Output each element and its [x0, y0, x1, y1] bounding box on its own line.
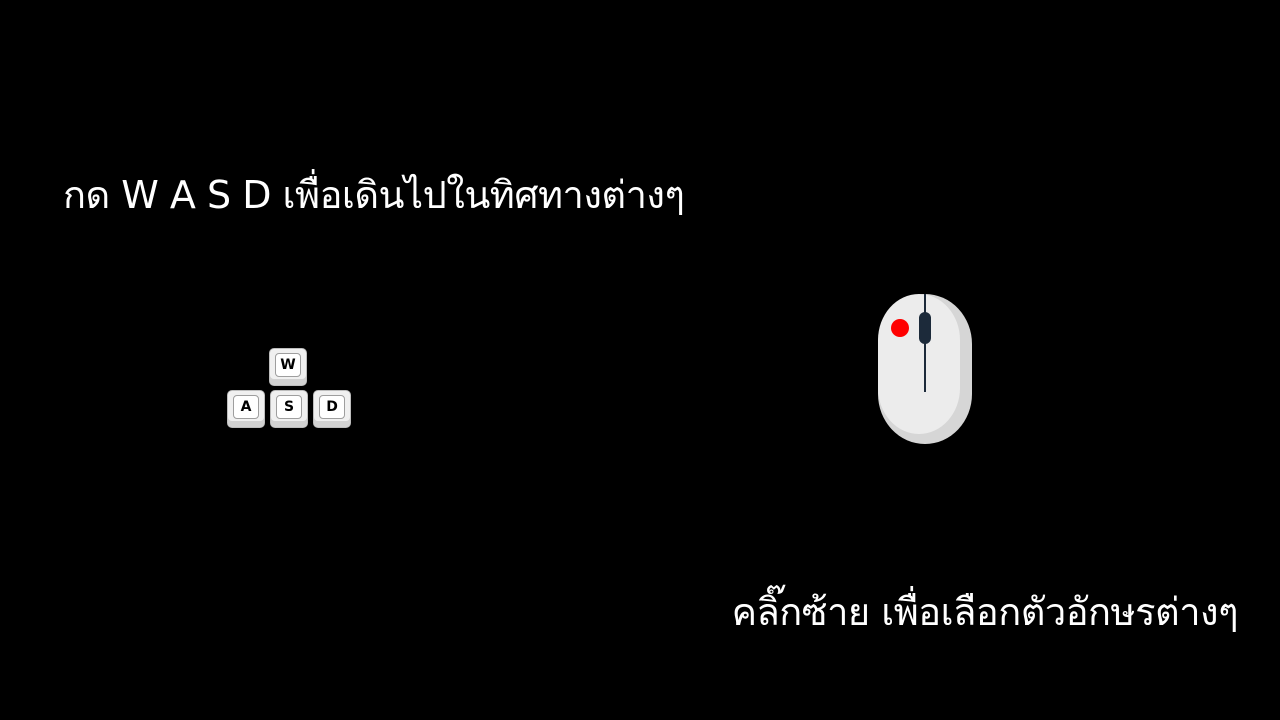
- game-instructions-screen: กด W A S D เพื่อเดินไปในทิศทางต่างๆ W A …: [0, 0, 1280, 720]
- d-key-icon: D: [313, 390, 351, 428]
- a-key-label: A: [233, 395, 259, 419]
- a-key-icon: A: [227, 390, 265, 428]
- s-key-icon: S: [270, 390, 308, 428]
- wasd-keys-icon: W A S D: [226, 348, 354, 432]
- d-key-label: D: [319, 395, 345, 419]
- movement-instruction: กด W A S D เพื่อเดินไปในทิศทางต่างๆ: [63, 173, 685, 217]
- mouse-body: [878, 294, 960, 434]
- s-key-label: S: [276, 395, 302, 419]
- w-key-label: W: [275, 353, 301, 377]
- left-click-indicator-icon: [891, 319, 909, 337]
- w-key-icon: W: [269, 348, 307, 386]
- mouse-left-click-icon: [878, 294, 972, 444]
- select-instruction: คลิ๊กซ้าย เพื่อเลือกตัวอักษรต่างๆ: [731, 590, 1239, 634]
- scroll-wheel-icon: [919, 312, 931, 344]
